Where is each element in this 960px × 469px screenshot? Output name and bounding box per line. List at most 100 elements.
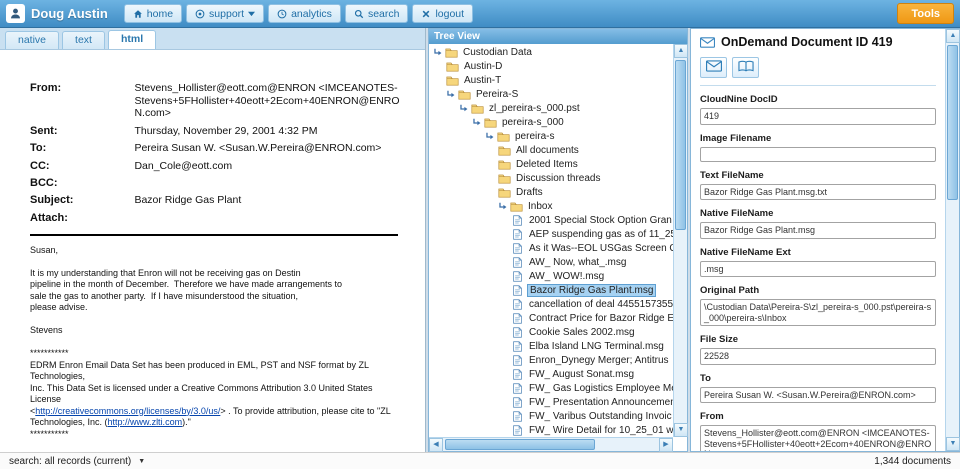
field-input-native-filename-ext[interactable]: .msg	[700, 261, 936, 278]
reader-view-button[interactable]	[732, 57, 759, 78]
email-header-row: Sent:Thursday, November 29, 2001 4:32 PM	[30, 125, 405, 138]
field-label-native-filename: Native FileName	[700, 208, 936, 219]
document-icon	[511, 299, 524, 310]
tree-item[interactable]: pereira-s_000	[429, 115, 673, 129]
user-avatar-icon	[6, 4, 25, 23]
envelope-icon	[700, 37, 715, 48]
nav-support-button[interactable]: support	[186, 4, 264, 23]
document-icon	[511, 229, 524, 240]
tree-item[interactable]: Deleted Items	[429, 157, 673, 171]
tree-item[interactable]: FW_ Varibus Outstanding Invoic	[429, 409, 673, 423]
tree-item[interactable]: Enron_Dynegy Merger; Antitrus	[429, 353, 673, 367]
creative-commons-link[interactable]: http://creativecommons.org/licenses/by/3…	[35, 406, 220, 416]
tab-text[interactable]: text	[62, 31, 105, 49]
document-count: 1,344 documents	[874, 456, 951, 467]
email-header-label: Subject:	[30, 194, 134, 207]
search-scope-dropdown-icon[interactable]: ▼	[138, 458, 145, 465]
field-input-native-filename[interactable]: Bazor Ridge Gas Plant.msg	[700, 222, 936, 239]
tree-item[interactable]: 2001 Special Stock Option Gran	[429, 213, 673, 227]
tree-item[interactable]: FW_ Gas Logistics Employee Me	[429, 381, 673, 395]
field-input-image-filename[interactable]	[700, 147, 936, 162]
tree-item[interactable]: Custodian Data	[429, 45, 673, 59]
details-vertical-scrollbar[interactable]: ▲ ▼	[945, 29, 959, 451]
tab-html[interactable]: html	[108, 30, 156, 49]
field-input-from[interactable]: Stevens_Hollister@eott.com@ENRON <IMCEAN…	[700, 425, 936, 451]
document-icon	[511, 243, 524, 254]
tree-item[interactable]: FW_ Wire Detail for 10_25_01 w	[429, 423, 673, 437]
tree-item[interactable]: All documents	[429, 143, 673, 157]
document-title: OnDemand Document ID 419	[721, 35, 893, 49]
scrollbar-thumb[interactable]	[445, 439, 595, 450]
tree-item[interactable]: cancellation of deal 4455157355	[429, 297, 673, 311]
field-label-native-filename-ext: Native FileName Ext	[700, 247, 936, 258]
scroll-up-button[interactable]: ▲	[674, 44, 688, 58]
email-header-value: Thursday, November 29, 2001 4:32 PM	[134, 125, 405, 138]
tree-item-label: zl_pereira-s_000.pst	[487, 103, 582, 114]
field-input-original-path[interactable]: \Custodian Data\Pereira-S\zl_pereira-s_0…	[700, 299, 936, 326]
clock-icon	[277, 9, 287, 19]
expand-arrow-icon	[485, 132, 494, 141]
tree-horizontal-scrollbar[interactable]: ◀ ▶	[429, 437, 673, 451]
nav-home-button[interactable]: home	[124, 4, 182, 23]
tree-view-title: Tree View	[429, 29, 687, 44]
folder-icon	[446, 61, 459, 72]
tree-item[interactable]: AEP suspending gas as of 11_25	[429, 227, 673, 241]
field-label-image-filename: Image Filename	[700, 133, 936, 144]
field-input-file-size[interactable]: 22528	[700, 348, 936, 365]
scroll-down-button[interactable]: ▼	[674, 423, 688, 437]
folder-icon	[498, 159, 511, 170]
tools-button[interactable]: Tools	[897, 3, 954, 24]
tree-item[interactable]: AW_ Now, what_.msg	[429, 255, 673, 269]
tree-item[interactable]: Discussion threads	[429, 171, 673, 185]
field-input-text-filename[interactable]: Bazor Ridge Gas Plant.msg.txt	[700, 184, 936, 201]
field-label-file-size: File Size	[700, 334, 936, 345]
scrollbar-thumb[interactable]	[675, 60, 686, 230]
scroll-left-button[interactable]: ◀	[429, 438, 443, 452]
tree-item-label: Contract Price for Bazor Ridge E	[527, 313, 673, 324]
tab-native[interactable]: native	[5, 31, 59, 49]
tree-item[interactable]: Bazor Ridge Gas Plant.msg	[429, 283, 673, 297]
tree-item[interactable]: Pereira-S	[429, 87, 673, 101]
scroll-right-button[interactable]: ▶	[659, 438, 673, 452]
tree-item[interactable]: FW_ August Sonat.msg	[429, 367, 673, 381]
email-view-button[interactable]	[700, 57, 727, 78]
zlti-link[interactable]: http://www.zlti.com	[108, 417, 183, 427]
document-title-row: OnDemand Document ID 419	[700, 35, 936, 49]
email-header-value	[134, 177, 405, 189]
tree-item[interactable]: Austin-D	[429, 59, 673, 73]
tree-item-label: All documents	[514, 145, 581, 156]
nav-logout-button[interactable]: logout	[412, 4, 473, 23]
document-icon	[511, 215, 524, 226]
scroll-up-button[interactable]: ▲	[946, 29, 960, 43]
email-header-value: Bazor Ridge Gas Plant	[134, 194, 405, 207]
tree-item[interactable]: Drafts	[429, 185, 673, 199]
statusbar: search: all records (current) ▼ 1,344 do…	[0, 452, 960, 469]
field-input-to[interactable]: Pereira Susan W. <Susan.W.Pereira@ENRON.…	[700, 387, 936, 404]
tree-item[interactable]: AW_ WOW!.msg	[429, 269, 673, 283]
tree-item[interactable]: zl_pereira-s_000.pst	[429, 101, 673, 115]
tree-item[interactable]: FW_ Presentation Announcemen	[429, 395, 673, 409]
tree-item[interactable]: Cookie Sales 2002.msg	[429, 325, 673, 339]
email-header-row: CC:Dan_Cole@eott.com	[30, 160, 405, 173]
tree-item-label: Austin-D	[462, 61, 504, 72]
nav-analytics-button[interactable]: analytics	[268, 4, 341, 23]
email-header-label: BCC:	[30, 177, 134, 189]
tree-item[interactable]: pereira-s	[429, 129, 673, 143]
field-input-cloudnine-docid[interactable]: 419	[700, 108, 936, 125]
tree-item[interactable]: Austin-T	[429, 73, 673, 87]
expand-arrow-icon	[446, 90, 455, 99]
tree-item[interactable]: Elba Island LNG Terminal.msg	[429, 339, 673, 353]
scrollbar-thumb[interactable]	[947, 45, 958, 200]
tree-view-panel: Tree View Custodian Data Austin-DAustin-T…	[428, 28, 688, 452]
nav-search-button[interactable]: search	[345, 4, 409, 23]
email-header-label: To:	[30, 142, 134, 155]
tree-item[interactable]: Contract Price for Bazor Ridge E	[429, 311, 673, 325]
tree-list: Custodian Data Austin-DAustin-TPereira-S z…	[429, 44, 673, 437]
email-headers: From:Stevens_Hollister@eott.com@ENRON <I…	[30, 82, 405, 224]
document-icon	[511, 355, 524, 366]
tree-item[interactable]: Inbox	[429, 199, 673, 213]
tree-vertical-scrollbar[interactable]: ▲ ▼	[673, 44, 687, 437]
folder-icon	[498, 173, 511, 184]
scroll-down-button[interactable]: ▼	[946, 437, 960, 451]
tree-item[interactable]: As it Was--EOL USGas Screen C	[429, 241, 673, 255]
